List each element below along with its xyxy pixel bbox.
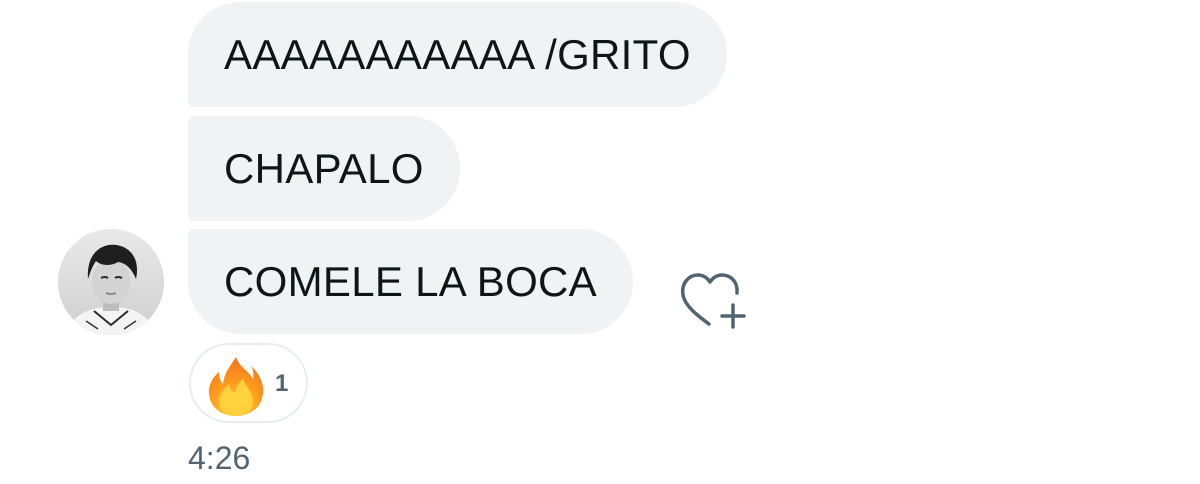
fire-emoji <box>208 357 264 416</box>
message-bubble[interactable]: COMELE LA BOCA <box>188 229 633 334</box>
reaction-pill[interactable]: 1 <box>189 343 308 423</box>
reaction-count: 1 <box>275 370 289 397</box>
heart-plus-icon <box>680 273 746 329</box>
message-timestamp: 4:26 <box>188 440 251 476</box>
add-reaction-button[interactable] <box>679 271 749 333</box>
message-bubble[interactable]: CHAPALO <box>188 116 460 221</box>
message-bubble[interactable]: AAAAAAAAAAA /GRITO <box>188 2 727 107</box>
user-avatar-photo <box>58 229 164 335</box>
avatar[interactable] <box>58 229 164 335</box>
